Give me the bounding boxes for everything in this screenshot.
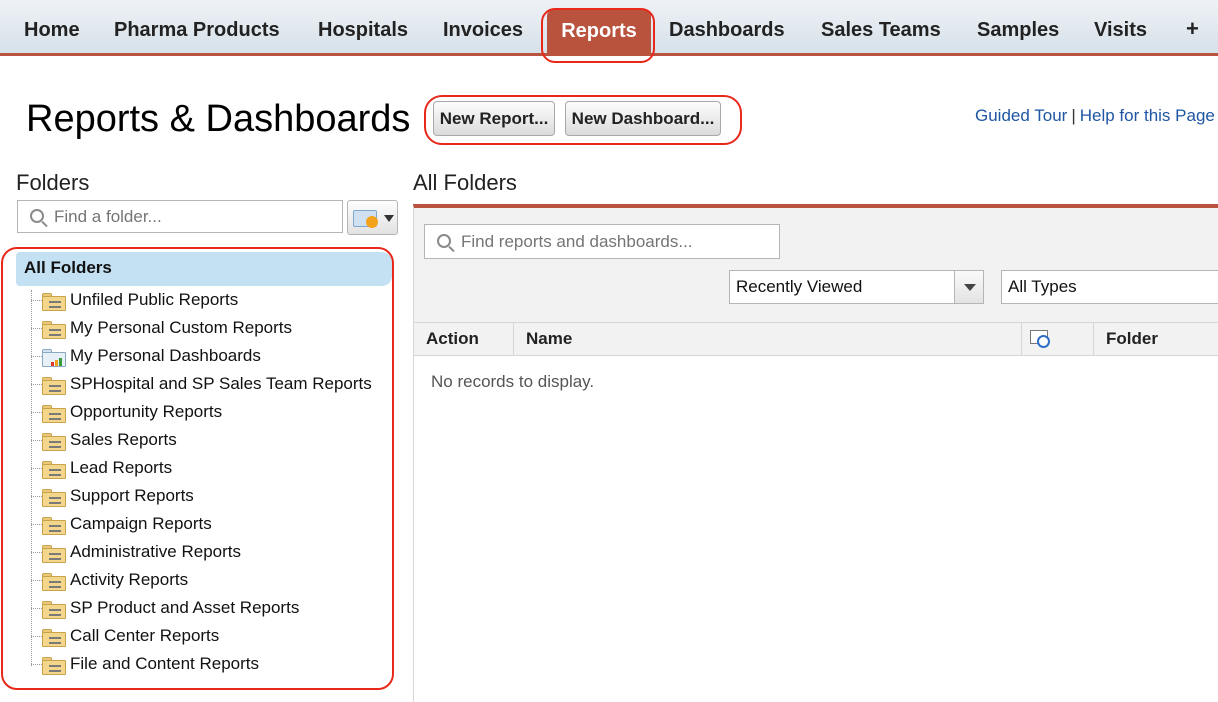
folder-item-label: SPHospital and SP Sales Team Reports: [70, 374, 372, 393]
tree-connector-tick: [31, 356, 42, 357]
folder-item-label: File and Content Reports: [70, 654, 259, 673]
filter-area: Recently Viewed All Types: [414, 208, 1218, 322]
folder-item-label: Lead Reports: [70, 458, 173, 477]
main-heading: All Folders: [413, 170, 517, 195]
tree-connector-tick: [31, 524, 42, 525]
tree-connector: [31, 290, 32, 666]
tree-connector-tick: [31, 440, 42, 441]
link-separator: |: [1071, 106, 1076, 125]
calendar-clock-icon: [1030, 330, 1052, 348]
report-folder-icon: [42, 601, 66, 619]
view-filter-select[interactable]: Recently Viewed: [729, 270, 984, 304]
tree-connector-tick: [31, 384, 42, 385]
tab-home[interactable]: Home: [24, 19, 80, 42]
chevron-down-icon: [384, 215, 394, 222]
folder-item-label: My Personal Dashboards: [70, 346, 261, 365]
report-folder-icon: [42, 405, 66, 423]
tab-samples[interactable]: Samples: [977, 19, 1059, 42]
tree-connector-tick: [31, 468, 42, 469]
tab-bar: Home Pharma Products Hospitals Invoices …: [0, 0, 1218, 56]
tree-connector-tick: [31, 580, 42, 581]
chevron-down-icon[interactable]: [954, 271, 983, 303]
type-filter-value: All Types: [1008, 277, 1077, 296]
new-star-icon: [366, 216, 378, 228]
column-action[interactable]: Action: [414, 323, 514, 355]
folder-item-label: Campaign Reports: [70, 514, 212, 533]
tree-connector-tick: [31, 664, 42, 665]
type-filter-select[interactable]: All Types: [1001, 270, 1218, 304]
tab-invoices[interactable]: Invoices: [443, 19, 523, 42]
new-folder-button[interactable]: [347, 200, 398, 235]
folder-item-label: SP Product and Asset Reports: [70, 598, 300, 617]
report-folder-icon: [42, 433, 66, 451]
folder-item-label: Call Center Reports: [70, 626, 220, 645]
report-folder-icon: [42, 461, 66, 479]
folder-item-label: My Personal Custom Reports: [70, 318, 293, 337]
guided-tour-link[interactable]: Guided Tour: [975, 106, 1067, 125]
report-search-box: [424, 224, 780, 259]
folder-search-input[interactable]: [54, 201, 344, 232]
tab-visits[interactable]: Visits: [1094, 19, 1147, 42]
folder-item-label: Opportunity Reports: [70, 402, 223, 421]
report-folder-icon: [42, 489, 66, 507]
report-folder-icon: [42, 573, 66, 591]
report-folder-icon: [42, 629, 66, 647]
all-folders-node[interactable]: All Folders: [16, 252, 392, 286]
report-search-input[interactable]: [461, 225, 779, 258]
tab-more-plus-icon[interactable]: +: [1186, 16, 1199, 42]
tree-connector-tick: [31, 636, 42, 637]
tab-pharma-products[interactable]: Pharma Products: [114, 19, 280, 42]
tree-connector-tick: [31, 552, 42, 553]
report-folder-icon: [42, 321, 66, 339]
report-folder-icon: [42, 293, 66, 311]
tree-connector-tick: [31, 328, 42, 329]
search-icon: [437, 234, 451, 248]
help-links: Guided Tour | Help for this Page: [975, 106, 1215, 126]
report-folder-icon: [42, 657, 66, 675]
folder-item-label: Administrative Reports: [70, 542, 242, 561]
page-title: Reports & Dashboards: [26, 98, 411, 140]
report-folder-icon: [42, 545, 66, 563]
column-last-viewed[interactable]: [1022, 323, 1094, 355]
column-name[interactable]: Name: [514, 323, 1022, 355]
new-report-button[interactable]: New Report...: [433, 101, 555, 136]
folder-item-label: Activity Reports: [70, 570, 189, 589]
tree-connector-tick: [31, 412, 42, 413]
report-folder-icon: [42, 517, 66, 535]
view-filter-value: Recently Viewed: [736, 277, 863, 296]
tab-reports[interactable]: Reports: [547, 10, 651, 56]
search-icon: [30, 209, 44, 223]
help-link[interactable]: Help for this Page: [1080, 106, 1215, 125]
new-dashboard-button[interactable]: New Dashboard...: [565, 101, 721, 136]
folder-item-label: Unfiled Public Reports: [70, 290, 239, 309]
tab-dashboards[interactable]: Dashboards: [669, 19, 785, 42]
dashboard-folder-icon: [42, 349, 66, 367]
report-folder-icon: [42, 377, 66, 395]
folder-item-label: Sales Reports: [70, 430, 177, 449]
tree-connector-tick: [31, 300, 42, 301]
folder-item-label: Support Reports: [70, 486, 194, 505]
empty-message: No records to display.: [431, 372, 595, 391]
folder-search-box: [17, 200, 344, 233]
reports-panel: Recently Viewed All Types Action Name Fo…: [413, 204, 1218, 702]
tab-sales-teams[interactable]: Sales Teams: [821, 19, 941, 42]
tree-connector-tick: [31, 608, 42, 609]
tab-hospitals[interactable]: Hospitals: [318, 19, 408, 42]
folders-heading: Folders: [16, 170, 90, 195]
column-folder[interactable]: Folder: [1094, 323, 1218, 355]
table-header: Action Name Folder: [414, 322, 1218, 356]
tree-connector-tick: [31, 496, 42, 497]
